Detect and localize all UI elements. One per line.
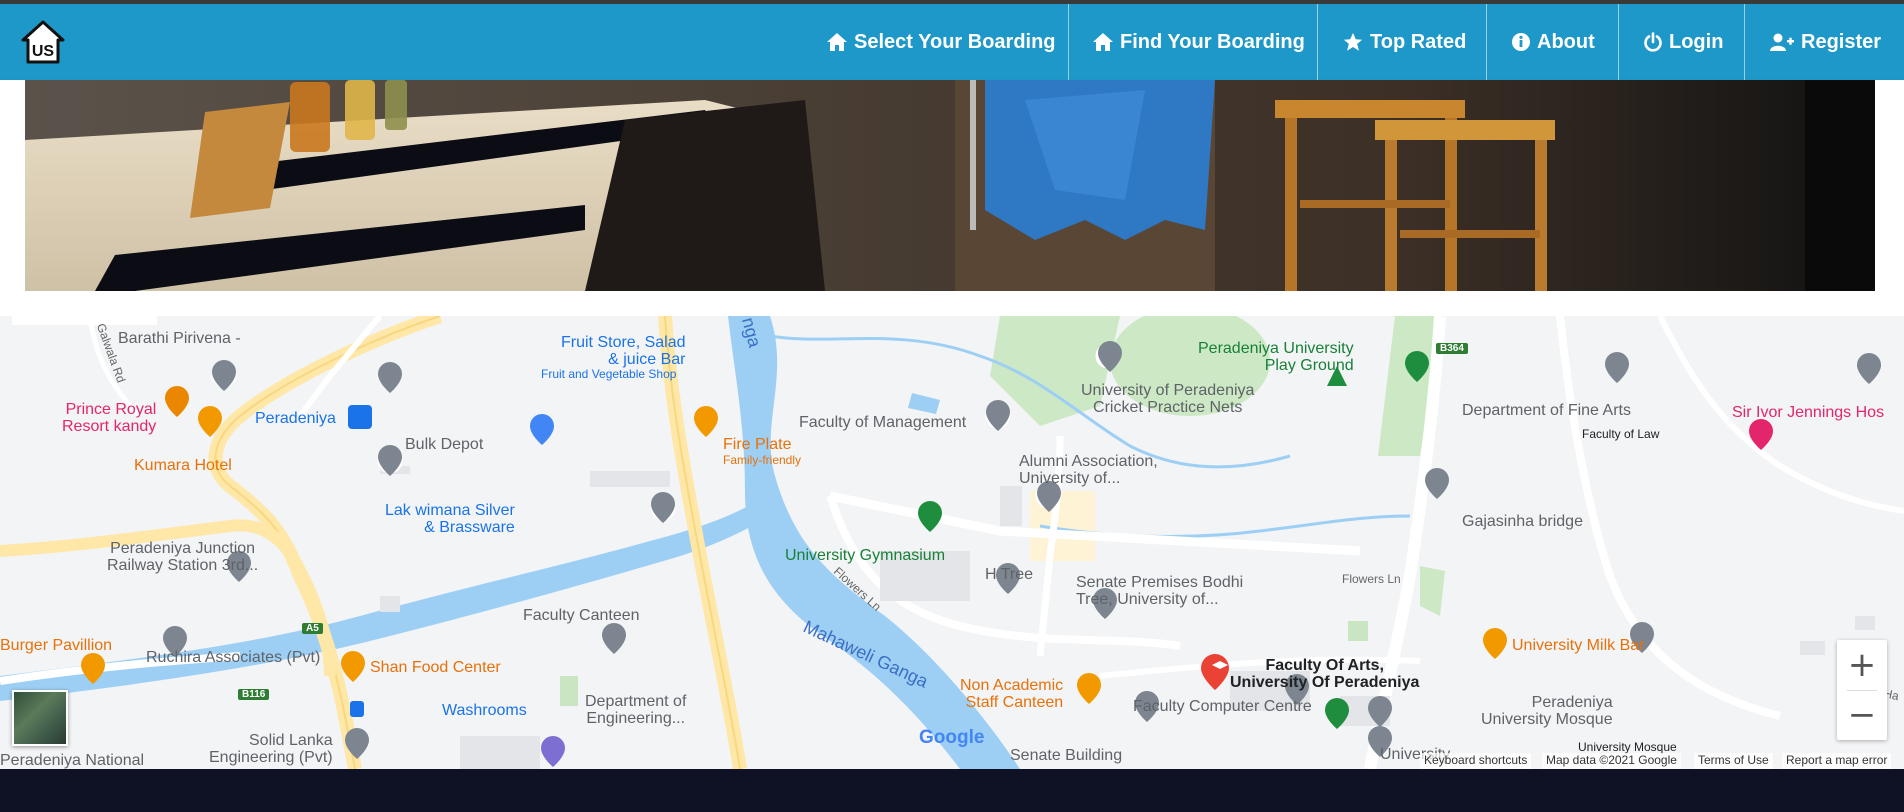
poi-peradeniya-bus[interactable]: Peradeniya (255, 410, 336, 427)
google-logo: Google (919, 727, 985, 748)
nav-divider (1744, 4, 1745, 80)
poi-washrooms[interactable]: Washrooms (442, 702, 527, 719)
zoom-control: + − (1837, 640, 1887, 740)
poi-university-play-ground[interactable]: Peradeniya University Play Ground (1198, 340, 1354, 374)
nav-login[interactable]: Login (1643, 4, 1723, 80)
poi-faculty-of-arts[interactable]: Faculty Of Arts, University Of Peradeniy… (1230, 657, 1419, 691)
nav-divider (1317, 4, 1318, 80)
nav-register[interactable]: Register (1769, 4, 1881, 80)
poi-senate-bodhi-tree[interactable]: Senate Premises Bodhi Tree, University o… (1076, 574, 1243, 608)
poi-fire-plate[interactable]: Fire Plate (723, 436, 791, 453)
home-icon (1093, 33, 1113, 51)
road-flowers-ln-2: Flowers Ln (1342, 572, 1401, 586)
poi-fruit-store-category: Fruit and Vegetable Shop (541, 367, 677, 381)
poi-peradeniya-junction[interactable]: Peradeniya Junction Railway Station 3rd.… (107, 540, 258, 574)
poi-peradeniya-national[interactable]: Peradeniya National (0, 752, 144, 769)
road-shield-b364: B364 (1436, 343, 1468, 354)
nav-login-label: Login (1669, 30, 1724, 53)
poi-alumni-association[interactable]: Alumni Association, University of... (1019, 453, 1158, 487)
poi-sir-ivor-jennings[interactable]: Sir Ivor Jennings Hos (1732, 404, 1884, 421)
info-icon (1512, 33, 1530, 51)
poi-university-milk-bar[interactable]: University Milk Bar (1512, 637, 1644, 654)
poi-bulk-depot[interactable]: Bulk Depot (405, 436, 483, 453)
poi-burger-pavillion[interactable]: Burger Pavillion (0, 637, 112, 654)
map-canvas (0, 316, 1904, 769)
poi-cricket-practice-nets[interactable]: University of Peradeniya Cricket Practic… (1081, 382, 1254, 416)
poi-gajasinha-bridge[interactable]: Gajasinha bridge (1462, 513, 1583, 530)
map[interactable]: Barathi Pirivena - Prince Royal Resort k… (0, 316, 1904, 769)
logo-text: US (32, 43, 55, 60)
page-footer (0, 769, 1904, 812)
poi-faculty-computer-centre[interactable]: Faculty Computer Centre (1133, 698, 1312, 715)
poi-kumara-hotel[interactable]: Kumara Hotel (134, 457, 232, 474)
boarding-photo (25, 80, 1875, 291)
nav-select-boarding[interactable]: Select Your Boarding (826, 4, 1056, 80)
home-icon (827, 33, 847, 51)
boarding-card (0, 80, 1904, 316)
road-shield-b116: B116 (238, 689, 270, 700)
user-plus-icon (1770, 33, 1794, 51)
poi-university-gymnasium[interactable]: University Gymnasium (785, 547, 945, 564)
nav-about-label: About (1537, 30, 1595, 53)
nav-select-boarding-label: Select Your Boarding (854, 30, 1056, 53)
nav-divider (1618, 4, 1619, 80)
road-shield-a5: A5 (302, 623, 323, 634)
nav-find-boarding[interactable]: Find Your Boarding (1092, 4, 1305, 80)
poi-department-engineering[interactable]: Department of Engineering... (585, 693, 686, 727)
poi-barathi-pirivena[interactable]: Barathi Pirivena - (118, 330, 241, 347)
terms-of-use-link[interactable]: Terms of Use (1694, 753, 1773, 769)
nav-divider (1486, 4, 1487, 80)
nav-top-rated[interactable]: Top Rated (1342, 4, 1466, 80)
poi-lak-wimana[interactable]: Lak wimana Silver & Brassware (385, 502, 515, 536)
site-logo[interactable]: US (20, 18, 66, 66)
nav-divider (1068, 4, 1069, 80)
zoom-out-button[interactable]: − (1837, 690, 1887, 740)
poi-non-academic-canteen[interactable]: Non Academic Staff Canteen (960, 677, 1063, 711)
poi-peradeniya-mosque[interactable]: Peradeniya University Mosque (1481, 694, 1613, 728)
satellite-toggle[interactable] (12, 690, 68, 746)
keyboard-shortcuts-link[interactable]: Keyboard shortcuts (1420, 753, 1532, 769)
star-icon (1343, 32, 1363, 51)
poi-fruit-store[interactable]: Fruit Store, Salad & juice Bar (561, 334, 686, 368)
poi-senate-building[interactable]: Senate Building (1010, 747, 1122, 764)
power-icon (1644, 32, 1662, 52)
poi-shan-food-center[interactable]: Shan Food Center (370, 659, 501, 676)
poi-solid-lanka[interactable]: Solid Lanka Engineering (Pvt) (209, 732, 333, 766)
navbar: US Select Your Boarding Find Your Boardi… (0, 4, 1904, 80)
nav-register-label: Register (1801, 30, 1882, 53)
nav-top-rated-label: Top Rated (1370, 30, 1467, 53)
poi-faculty-of-law[interactable]: Faculty of Law (1582, 428, 1659, 441)
nav-find-boarding-label: Find Your Boarding (1120, 30, 1305, 53)
map-data-attribution: Map data ©2021 Google (1542, 753, 1681, 769)
nav-about[interactable]: About (1511, 4, 1595, 80)
poi-h-tree[interactable]: H Tree (985, 566, 1033, 583)
poi-prince-royal-resort[interactable]: Prince Royal Resort kandy (62, 401, 156, 435)
poi-faculty-management[interactable]: Faculty of Management (799, 414, 966, 431)
poi-department-fine-arts[interactable]: Department of Fine Arts (1462, 402, 1631, 419)
report-map-error-link[interactable]: Report a map error (1782, 753, 1892, 769)
poi-faculty-canteen[interactable]: Faculty Canteen (523, 607, 640, 624)
poi-fire-plate-tag: Family-friendly (723, 453, 802, 467)
poi-ruchira-associates[interactable]: Ruchira Associates (Pvt) (146, 649, 320, 666)
zoom-in-button[interactable]: + (1837, 640, 1887, 690)
